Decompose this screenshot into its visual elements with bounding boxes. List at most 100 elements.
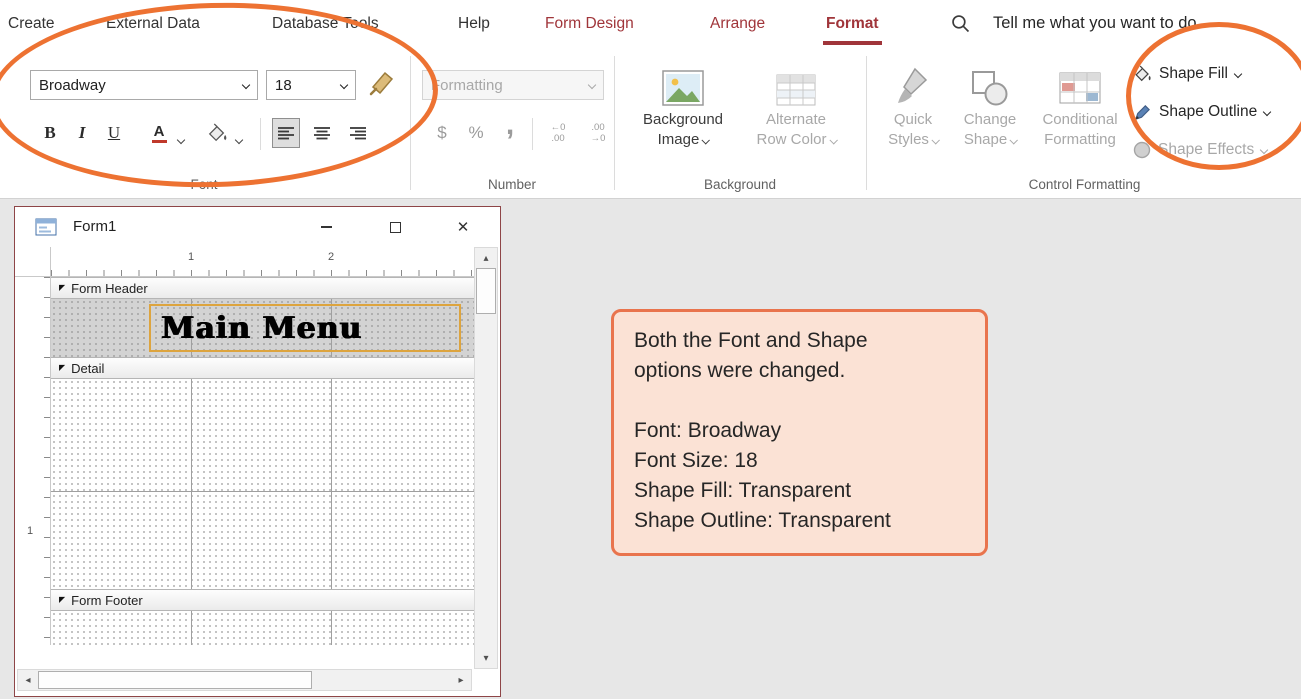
tab-format[interactable]: Format [826,0,879,47]
decrease-decimal-button: ←0 .00 [540,116,576,150]
italic-button[interactable]: I [68,118,96,148]
close-icon: ✕ [457,218,470,236]
form-header-bar[interactable]: ◤ Form Header [51,277,474,299]
screen: Create External Data Database Tools Help… [0,0,1301,699]
detail-label: Detail [71,361,104,376]
window-title-bar[interactable]: Form1 ✕ [15,207,500,247]
ruler-corner [15,247,51,277]
scroll-left-icon[interactable]: ◂ [18,670,38,690]
align-center-button[interactable] [308,118,336,148]
scroll-down-icon[interactable]: ▾ [475,648,497,668]
tab-form-design[interactable]: Form Design [545,0,634,47]
chevron-down-icon[interactable] [178,130,184,148]
shape-outline-button[interactable]: Shape Outline [1133,98,1270,126]
maximize-button[interactable] [373,207,417,247]
grid-line [191,379,192,589]
group-divider [614,56,615,190]
maximize-icon [390,222,401,233]
horizontal-scroll-thumb[interactable] [38,671,312,689]
form-header-label: Form Header [71,281,148,296]
close-button[interactable]: ✕ [441,207,485,247]
conditional-formatting-icon [1032,58,1128,106]
conditional-formatting-button: Conditional Formatting [1032,58,1128,149]
ribbon: Create External Data Database Tools Help… [0,0,1301,199]
quick-styles-label2: Styles [878,130,948,150]
vertical-ruler-mark-1: 1 [23,525,37,537]
chevron-down-icon[interactable] [236,130,242,148]
vertical-scroll-thumb[interactable] [476,268,496,314]
number-formatting-combobox: Formatting [422,70,604,100]
font-name-combobox[interactable]: Broadway [30,70,258,100]
align-left-button[interactable] [272,118,300,148]
background-image-button[interactable]: Background Image [632,58,734,149]
ruler-mark-2: 2 [324,251,338,263]
comma-format-button: , [496,110,524,140]
font-name-value: Broadway [39,77,106,94]
shape-fill-icon [1133,65,1152,83]
detail-bar[interactable]: ◤ Detail [51,357,474,379]
percent-format-button: % [462,118,490,148]
shape-outline-icon [1133,103,1152,122]
shape-effects-icon [1133,141,1151,159]
callout-line: Shape Outline: Transparent [634,506,965,536]
callout-line: Font Size: 18 [634,446,965,476]
tab-help[interactable]: Help [458,0,490,47]
font-group-label: Font [0,177,408,192]
tab-create[interactable]: Create [8,0,55,47]
form-design-window: Form1 ✕ 1 2 1 ◤ Form Header Main Menu [14,206,501,697]
currency-format-button: $ [428,118,456,148]
grid-line [331,379,332,589]
callout-line [634,386,965,416]
control-formatting-group-label: Control Formatting [868,177,1301,192]
decrease-decimal-icon: ←0 [540,122,576,133]
annotation-callout: Both the Font and Shape options were cha… [611,309,988,556]
callout-line: options were changed. [634,356,965,386]
form-footer-section[interactable] [51,611,474,645]
fill-color-button[interactable] [200,118,234,148]
tab-database-tools[interactable]: Database Tools [272,0,379,47]
main-menu-text: Main Menu [161,311,362,346]
shape-fill-label: Shape Fill [1159,65,1228,83]
underline-button[interactable]: U [100,118,128,148]
tell-me-box[interactable]: Tell me what you want to do [993,0,1197,47]
tab-external-data[interactable]: External Data [106,0,200,47]
font-size-value: 18 [275,77,292,94]
change-shape-label: Change [952,110,1028,130]
minimize-button[interactable] [304,207,348,247]
form-footer-bar[interactable]: ◤ Form Footer [51,589,474,611]
background-image-label2: Image [632,130,734,150]
align-right-button[interactable] [344,118,372,148]
scroll-right-icon[interactable]: ▸ [451,670,471,690]
formatting-placeholder: Formatting [431,77,503,94]
font-color-icon: A [152,124,167,143]
format-painter-icon[interactable] [366,66,398,103]
main-menu-label-control[interactable]: Main Menu [149,304,461,352]
chevron-down-icon [340,81,348,89]
shape-fill-button[interactable]: Shape Fill [1133,60,1241,88]
callout-line: Both the Font and Shape [634,326,965,356]
shapes-icon [952,58,1028,106]
increase-decimal-button: .00 →0 [580,116,616,150]
align-right-icon [350,126,366,140]
increase-decimal-icon: .00 [580,122,616,133]
vertical-scrollbar[interactable]: ▴ ▾ [474,247,498,669]
detail-section[interactable] [51,379,474,589]
scroll-up-icon[interactable]: ▴ [475,248,497,268]
tab-arrange[interactable]: Arrange [710,0,765,47]
horizontal-scrollbar[interactable]: ◂ ▸ [17,669,472,691]
font-size-combobox[interactable]: 18 [266,70,356,100]
minimize-icon [321,226,332,228]
section-arrow-icon: ◤ [59,364,65,372]
align-left-icon [278,126,294,140]
chevron-down-icon [1260,146,1268,154]
bold-button[interactable]: B [36,118,64,148]
group-divider [410,56,411,190]
font-color-button[interactable]: A [142,118,176,148]
quick-styles-button: Quick Styles [878,58,948,149]
alternate-row-label: Alternate [744,110,848,130]
chevron-down-icon [1263,108,1271,116]
search-icon[interactable] [950,13,971,39]
conditional-formatting-label: Conditional [1032,110,1128,130]
form-header-section[interactable]: Main Menu [51,299,474,357]
alternate-row-color-button: Alternate Row Color [744,58,848,149]
